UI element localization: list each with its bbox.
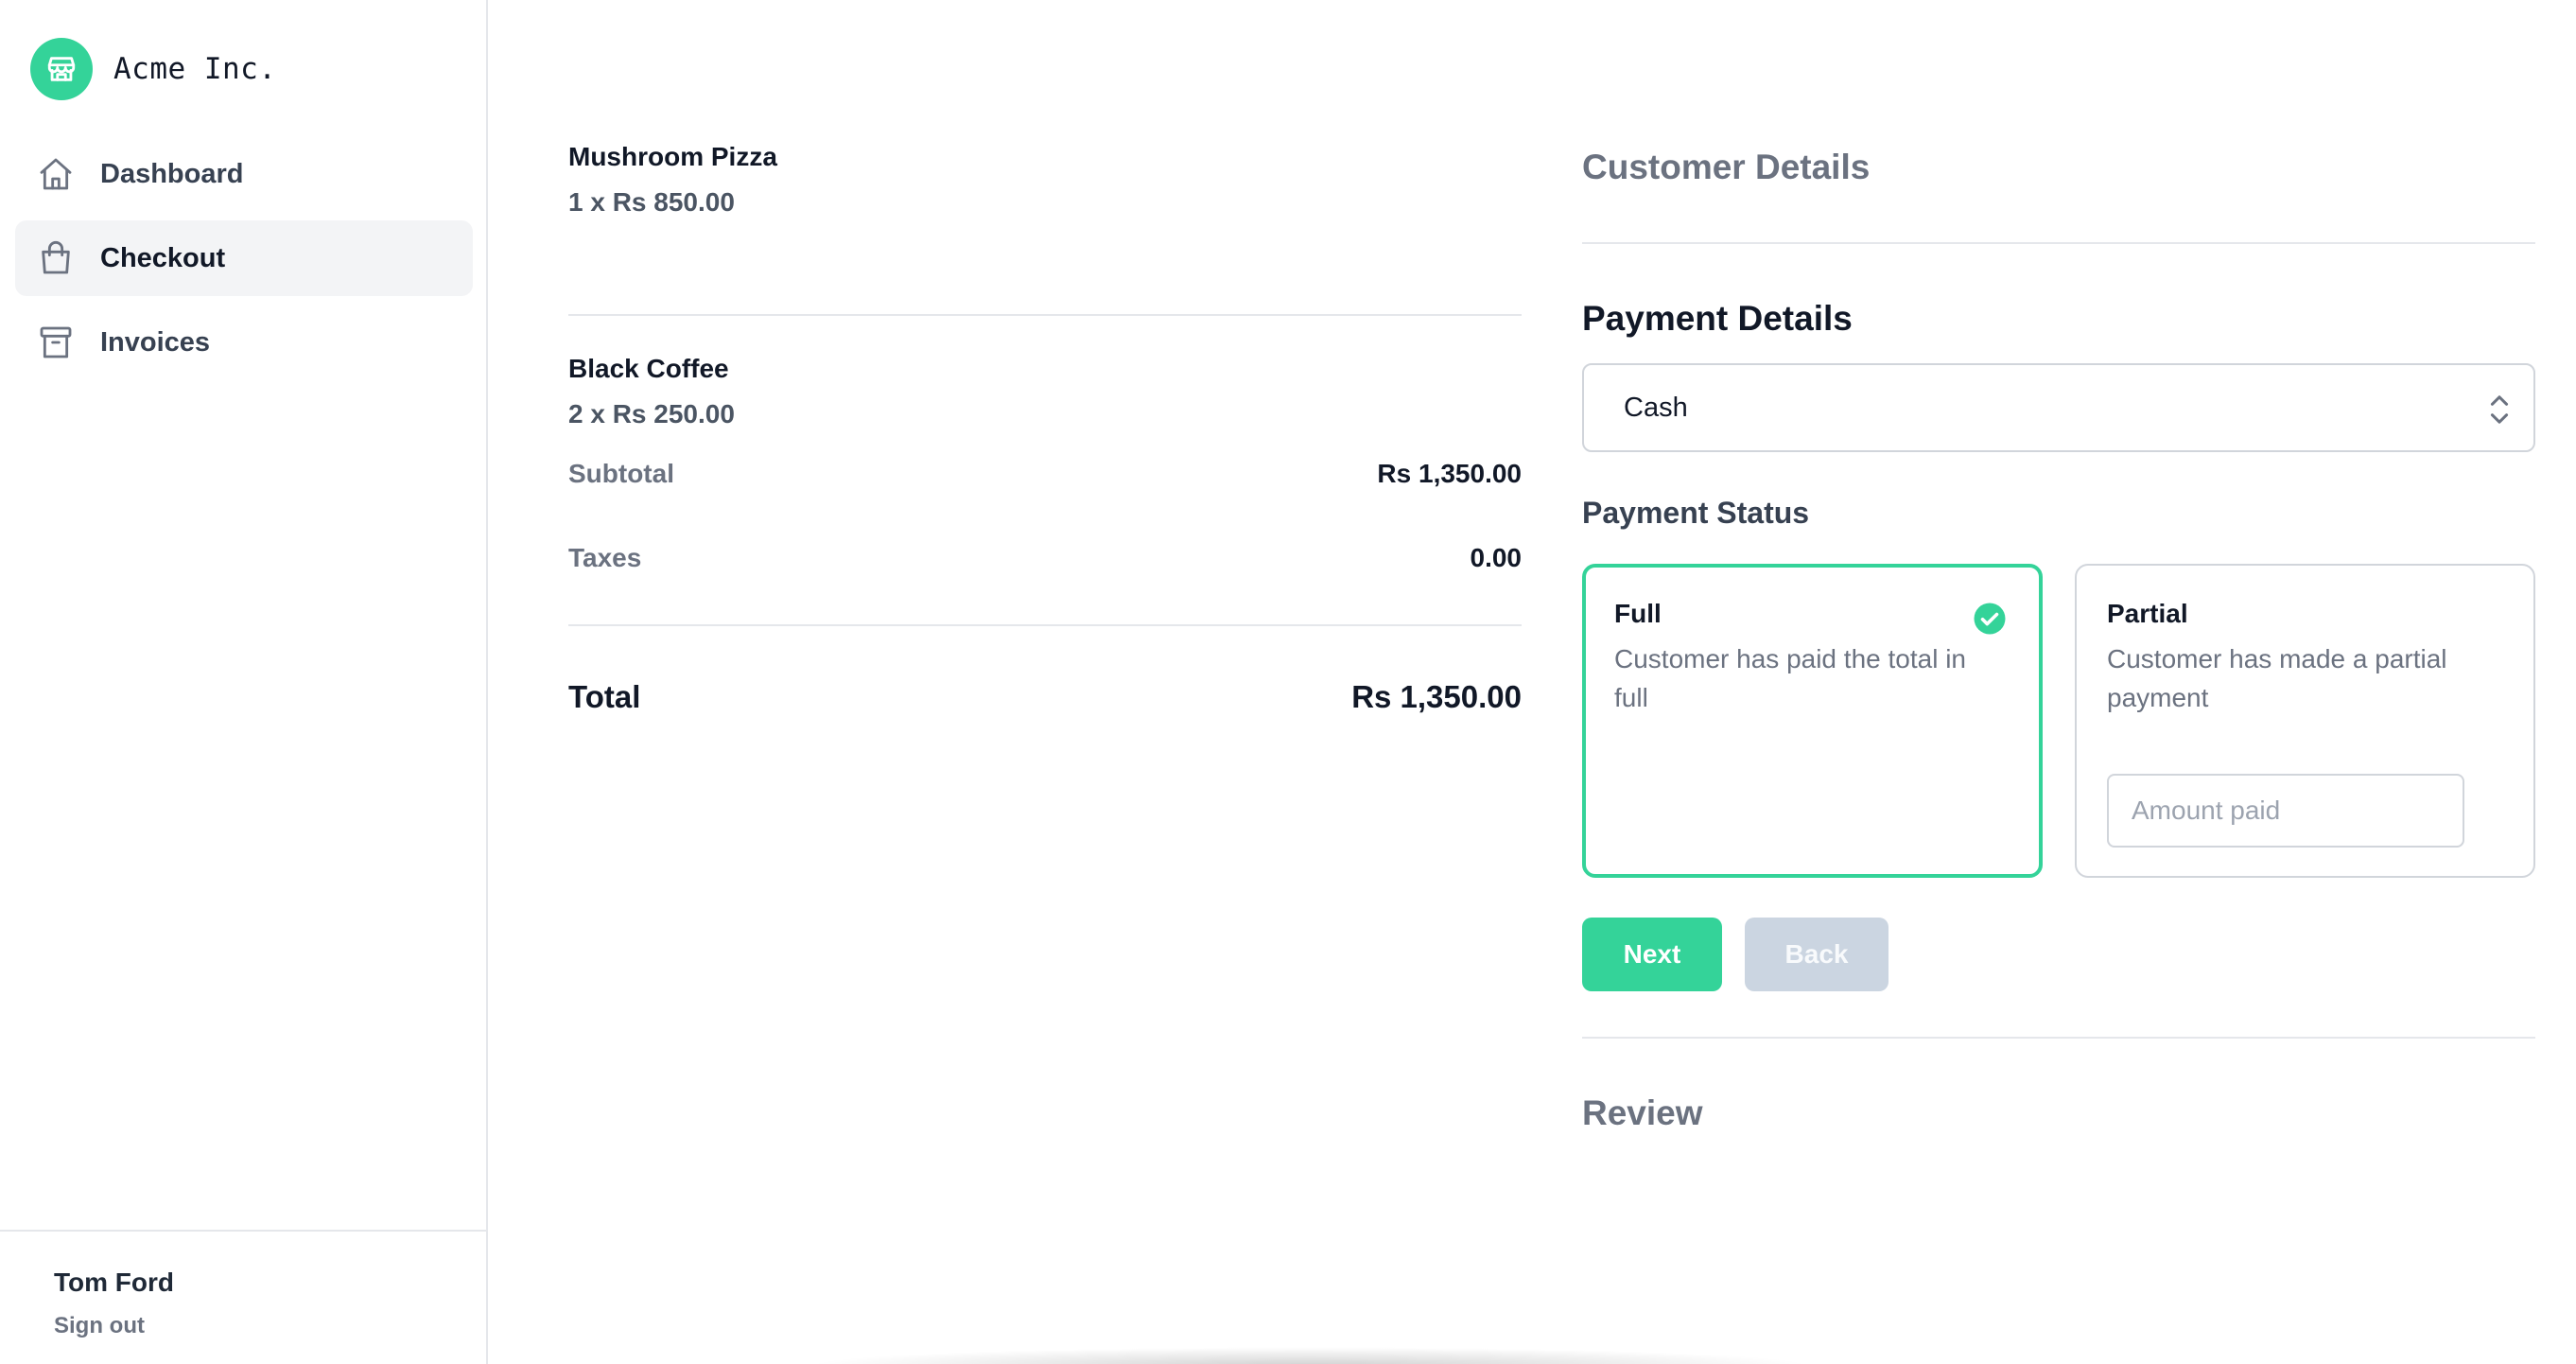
review-title[interactable]: Review bbox=[1582, 1090, 2535, 1137]
taxes-value: 0.00 bbox=[1470, 542, 1523, 572]
order-summary: Mushroom Pizza 1 x Rs 850.00 Black Coffe… bbox=[568, 140, 1522, 768]
user-name: Tom Ford bbox=[54, 1268, 175, 1297]
next-button[interactable]: Next bbox=[1582, 918, 1722, 991]
sidebar-item-dashboard[interactable]: Dashboard bbox=[15, 136, 473, 212]
brand-name: Acme Inc. bbox=[113, 52, 277, 86]
item-quantity-price: 2 x Rs 250.00 bbox=[568, 399, 735, 428]
sidebar-nav: Dashboard Checkout Invoices bbox=[15, 136, 473, 389]
divider bbox=[1582, 1037, 2535, 1039]
store-icon bbox=[30, 38, 93, 100]
chevron-up-down-icon bbox=[2488, 393, 2511, 433]
payment-details-title: Payment Details bbox=[1582, 299, 1853, 338]
total-label: Total bbox=[568, 679, 641, 714]
home-icon bbox=[34, 152, 78, 196]
shopping-bag-icon bbox=[34, 236, 78, 280]
step-buttons: Next Back bbox=[1582, 918, 2535, 991]
total-row: Total Rs 1,350.00 bbox=[568, 626, 1522, 768]
amount-paid-input[interactable] bbox=[2107, 774, 2464, 848]
card-title: Partial bbox=[2107, 599, 2188, 628]
sidebar-footer: Tom Ford Sign out bbox=[0, 1230, 486, 1364]
subtotal-row: Subtotal Rs 1,350.00 bbox=[568, 431, 1522, 516]
app-root: Acme Inc. Dashboard Checkout Invoices To… bbox=[0, 0, 2576, 1364]
list-item: Mushroom Pizza 1 x Rs 850.00 bbox=[568, 140, 1522, 316]
payment-status-full-card[interactable]: Full Customer has paid the total in full bbox=[1582, 564, 2043, 878]
payment-status-options: Full Customer has paid the total in full… bbox=[1582, 564, 2535, 878]
taxes-label: Taxes bbox=[568, 542, 642, 572]
check-circle-icon bbox=[1973, 602, 2007, 640]
customer-details-title[interactable]: Customer Details bbox=[1582, 144, 2535, 191]
item-name: Black Coffee bbox=[568, 354, 729, 383]
sidebar-item-label: Checkout bbox=[100, 242, 226, 273]
divider bbox=[1582, 242, 2535, 244]
payment-method-value: Cash bbox=[1624, 392, 1688, 423]
payment-status-partial-card[interactable]: Partial Customer has made a partial paym… bbox=[2075, 564, 2535, 878]
sign-out-link[interactable]: Sign out bbox=[54, 1313, 145, 1339]
item-quantity-price: 1 x Rs 850.00 bbox=[568, 187, 735, 217]
card-title: Full bbox=[1614, 599, 1662, 628]
total-value: Rs 1,350.00 bbox=[1351, 679, 1522, 714]
sidebar: Acme Inc. Dashboard Checkout Invoices To… bbox=[0, 0, 488, 1364]
card-description: Customer has paid the total in full bbox=[1614, 644, 1966, 712]
back-button[interactable]: Back bbox=[1745, 918, 1888, 991]
item-name: Mushroom Pizza bbox=[568, 142, 777, 171]
sidebar-item-label: Invoices bbox=[100, 326, 211, 358]
archive-icon bbox=[34, 321, 78, 364]
bottom-shadow bbox=[804, 1347, 1816, 1364]
checkout-steps: Customer Details Payment Details Cash Pa… bbox=[1582, 140, 2535, 1137]
sidebar-item-invoices[interactable]: Invoices bbox=[15, 305, 473, 380]
sidebar-item-label: Dashboard bbox=[100, 158, 244, 189]
brand[interactable]: Acme Inc. bbox=[30, 38, 276, 100]
subtotal-value: Rs 1,350.00 bbox=[1377, 458, 1522, 488]
payment-method-select[interactable]: Cash bbox=[1582, 363, 2535, 452]
subtotal-label: Subtotal bbox=[568, 458, 674, 488]
card-description: Customer has made a partial payment bbox=[2107, 644, 2447, 712]
sidebar-item-checkout[interactable]: Checkout bbox=[15, 220, 473, 296]
payment-status-title: Payment Status bbox=[1582, 496, 1810, 530]
taxes-row: Taxes 0.00 bbox=[568, 516, 1522, 600]
